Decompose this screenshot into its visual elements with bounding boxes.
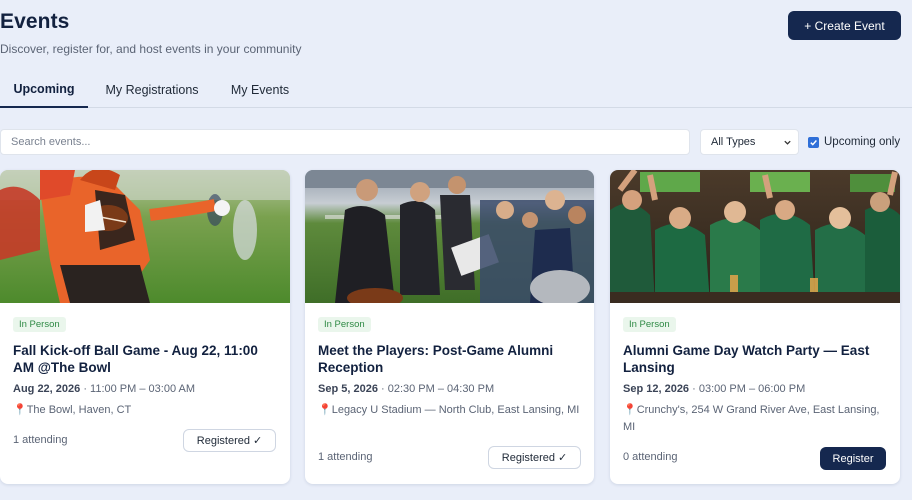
event-photo-watch-party bbox=[610, 170, 900, 303]
map-pin-icon: 📍 bbox=[623, 404, 637, 416]
tab-my-registrations[interactable]: My Registrations bbox=[96, 72, 208, 108]
registered-button[interactable]: Registered ✓ bbox=[488, 446, 581, 469]
event-title[interactable]: Fall Kick-off Ball Game - Aug 22, 11:00 … bbox=[13, 342, 273, 376]
upcoming-only-toggle[interactable]: Upcoming only bbox=[808, 134, 900, 150]
event-date: Sep 5, 2026 bbox=[318, 383, 378, 395]
event-time: · 02:30 PM – 04:30 PM bbox=[377, 383, 495, 395]
event-type-select[interactable]: All Types bbox=[700, 129, 799, 155]
event-location: 📍Crunchy's, 254 W Grand River Ave, East … bbox=[623, 402, 885, 436]
register-button[interactable]: Register bbox=[820, 447, 886, 470]
event-format-badge: In Person bbox=[318, 317, 371, 332]
event-location-text: Crunchy's, 254 W Grand River Ave, East L… bbox=[623, 404, 880, 433]
event-format-badge: In Person bbox=[13, 317, 66, 332]
event-datetime: Aug 22, 2026 · 11:00 PM – 03:00 AM bbox=[13, 383, 195, 395]
event-card[interactable]: In Person Fall Kick-off Ball Game - Aug … bbox=[0, 170, 290, 484]
event-date: Aug 22, 2026 bbox=[13, 383, 81, 395]
event-card[interactable]: In Person Meet the Players: Post-Game Al… bbox=[305, 170, 594, 484]
event-attending-count: 0 attending bbox=[623, 451, 678, 463]
event-datetime: Sep 12, 2026 · 03:00 PM – 06:00 PM bbox=[623, 383, 805, 395]
tab-bar: Upcoming My Registrations My Events bbox=[0, 72, 912, 108]
tab-my-events[interactable]: My Events bbox=[222, 72, 298, 108]
event-time: · 11:00 PM – 03:00 AM bbox=[80, 383, 196, 395]
page-title: Events bbox=[0, 10, 70, 33]
event-title[interactable]: Alumni Game Day Watch Party — East Lansi… bbox=[623, 342, 883, 376]
event-location-text: Legacy U Stadium — North Club, East Lans… bbox=[331, 404, 580, 416]
event-attending-count: 1 attending bbox=[13, 434, 68, 446]
map-pin-icon: 📍 bbox=[318, 404, 332, 416]
event-date: Sep 12, 2026 bbox=[623, 383, 690, 395]
event-location-text: The Bowl, Haven, CT bbox=[26, 404, 132, 416]
event-photo-players-with-fans bbox=[305, 170, 594, 303]
chevron-down-icon bbox=[783, 138, 792, 150]
event-format-badge: In Person bbox=[623, 317, 676, 332]
create-event-button[interactable]: + Create Event bbox=[788, 11, 901, 40]
event-card[interactable]: In Person Alumni Game Day Watch Party — … bbox=[610, 170, 900, 484]
registered-button[interactable]: Registered ✓ bbox=[183, 429, 276, 452]
event-title[interactable]: Meet the Players: Post-Game Alumni Recep… bbox=[318, 342, 578, 376]
tab-upcoming[interactable]: Upcoming bbox=[0, 72, 88, 108]
event-photo-football-player bbox=[0, 170, 290, 303]
event-location: 📍Legacy U Stadium — North Club, East Lan… bbox=[318, 402, 580, 419]
event-datetime: Sep 5, 2026 · 02:30 PM – 04:30 PM bbox=[318, 383, 494, 395]
upcoming-only-label: Upcoming only bbox=[824, 136, 901, 148]
search-input[interactable] bbox=[0, 129, 690, 155]
checkbox-checked-icon[interactable] bbox=[808, 136, 819, 148]
event-attending-count: 1 attending bbox=[318, 451, 373, 463]
event-time: · 03:00 PM – 06:00 PM bbox=[689, 383, 806, 395]
map-pin-icon: 📍 bbox=[13, 404, 27, 416]
event-type-value: All Types bbox=[711, 136, 756, 148]
event-location: 📍The Bowl, Haven, CT bbox=[13, 402, 275, 419]
page-subtitle: Discover, register for, and host events … bbox=[0, 42, 302, 56]
